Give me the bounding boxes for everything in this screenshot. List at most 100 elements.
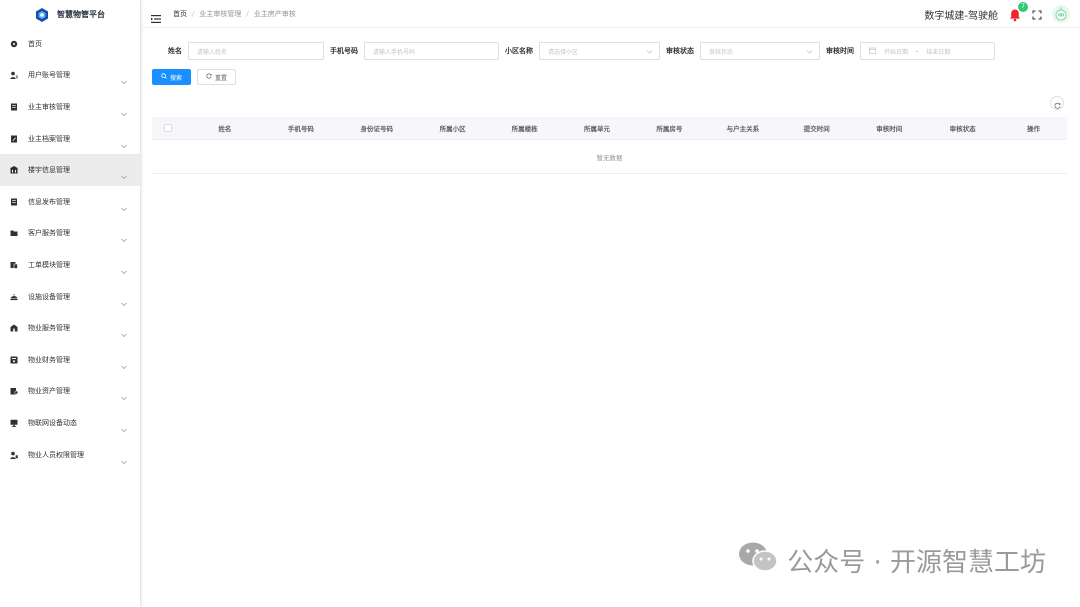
chevron-down-icon [120,387,128,401]
sidebar-item-6[interactable]: 信息发布管理 [0,186,140,218]
status-select-placeholder: 审核状态 [709,48,734,56]
chevron-down-icon [120,166,128,180]
chevron-down-icon [120,324,128,338]
table-header: 姓名 手机号码 身份证号码 所属小区 所属楼栋 所属单元 所属房号 与户主关系 提交时间 审核时间… [152,117,1067,140]
avatar[interactable] [1052,5,1070,23]
filter-community-label: 小区名称 [505,47,533,55]
org-name[interactable]: 数字城建-驾驶舱 [924,7,998,22]
user-permission-icon [10,451,18,459]
app-title: 智慧物管平台 [57,9,105,19]
community-select[interactable]: 请选择小区 [539,42,660,60]
breadcrumb-home[interactable]: 首页 [173,9,187,19]
chevron-down-icon [120,261,128,274]
chevron-down-icon [120,135,128,148]
table-header-cell: 审核时间 [876,125,903,133]
name-input-placeholder: 请输入姓名 [197,48,228,56]
breadcrumb: 首页 / 业主审核管理 / 业主房产审核 [173,9,296,19]
document-icon [10,198,18,206]
table-header-cell: 与户主关系 [726,125,760,133]
reset-button[interactable]: 重置 [197,69,237,85]
sidebar-item-10[interactable]: 物业服务管理 [0,312,140,344]
edit-document-icon [10,135,18,143]
table-header-cell: 操作 [1027,125,1041,133]
sidebar-item-label: 物业财务管理 [28,355,70,364]
sidebar-item-5[interactable]: 楼宇信息管理 [0,154,140,186]
sidebar: 智慧物管平台 首页 用户账号管理业主审核管理 业主档案管理 楼宇信息管理信息发布管理客… [0,0,141,607]
filter-name-label: 姓名 [168,47,182,55]
wechat-icon [737,540,779,581]
app-logo[interactable]: 智慧物管平台 [0,0,140,28]
sidebar-item-label: 物业人员权限管理 [28,450,84,459]
finance-icon [10,356,18,364]
sidebar-item-label: 业主档案管理 [28,134,70,143]
notification-bell-icon[interactable]: 7 [1008,2,1028,22]
breadcrumb-separator: / [246,9,249,18]
fullscreen-icon[interactable] [1032,5,1042,24]
logo-icon [35,7,49,22]
sidebar-item-14[interactable]: 物业人员权限管理 [0,439,140,471]
table-header-cell: 姓名 [218,125,232,133]
table-empty-state: 暂无数据 [152,140,1067,174]
calendar-icon [869,47,876,56]
sidebar-item-label: 物联网设备动态 [28,418,77,427]
refresh-icon [1054,94,1061,113]
dashboard-icon [10,40,18,48]
sidebar-item-13[interactable]: 物联网设备动态 [0,407,140,439]
select-all-checkbox[interactable] [164,124,173,132]
table-header-cell: 所属小区 [439,125,466,133]
menu-collapse-icon[interactable] [151,9,161,23]
main-content: 姓名 请输入姓名 手机号码 请输入手机号码 小区名称 请选择小区 审核状态 审核… [152,28,1067,607]
chevron-down-icon [120,419,128,432]
sidebar-item-4[interactable]: 业主档案管理 [0,123,140,155]
sidebar-item-12[interactable]: 物业资产管理 [0,376,140,408]
sidebar-item-8[interactable]: 工单模块管理 [0,249,140,281]
filter-status-label: 审核状态 [666,47,694,55]
search-button-label: 搜索 [170,74,183,82]
table-header-cell: 身份证号码 [360,125,394,133]
watermark-text: 公众号 · 开源智慧工坊 [787,548,1046,578]
sidebar-item-9[interactable]: 设施设备管理 [0,281,140,313]
sidebar-item-label: 设施设备管理 [28,292,70,301]
sidebar-item-1[interactable]: 首页 [0,28,140,60]
phone-input[interactable]: 请输入手机号码 [364,42,499,60]
table-header-cell: 所属房号 [656,125,683,133]
ticket-icon [10,261,18,269]
sidebar-item-2[interactable]: 用户账号管理 [0,60,140,92]
reset-button-label: 重置 [215,74,228,82]
status-select[interactable]: 审核状态 [700,42,820,60]
chevron-down-icon [646,48,653,55]
community-select-placeholder: 请选择小区 [548,48,579,56]
table-header-cell: 所属单元 [584,125,610,133]
chevron-down-icon [120,293,128,306]
user-icon [10,71,18,80]
sidebar-item-label: 工单模块管理 [28,260,70,269]
asset-icon [10,387,18,395]
chevron-down-icon [806,48,813,55]
date-range-picker[interactable]: 开始日期 - 结束日期 [860,42,995,60]
table-header-cell: 手机号码 [287,125,314,133]
select-all-cell [152,124,185,132]
sidebar-item-3[interactable]: 业主审核管理 [0,91,140,123]
refresh-table-button[interactable] [1050,96,1064,110]
sidebar-item-label: 楼宇信息管理 [28,166,70,175]
sidebar-item-label: 客户服务管理 [28,229,70,238]
sidebar-item-label: 业主审核管理 [28,102,70,111]
filter-actions: 搜索 重置 [152,69,1067,85]
end-date-input[interactable]: 结束日期 [926,47,950,56]
filter-phone-label: 手机号码 [330,47,358,55]
search-button[interactable]: 搜索 [152,69,192,85]
name-input[interactable]: 请输入姓名 [188,42,324,60]
facility-icon [10,293,18,301]
breadcrumb-section[interactable]: 业主审核管理 [199,9,241,19]
sidebar-item-11[interactable]: 物业财务管理 [0,344,140,376]
chevron-down-icon [120,229,128,243]
sidebar-item-label: 物业资产管理 [28,387,70,396]
sidebar-item-7[interactable]: 客户服务管理 [0,218,140,250]
document-icon [10,103,18,111]
header: 首页 / 业主审核管理 / 业主房产审核 数字城建-驾驶舱 7 [141,0,1080,28]
header-tools: 数字城建-驾驶舱 7 [924,0,1070,28]
refresh-icon [206,73,212,81]
filter-form: 姓名 请输入姓名 手机号码 请输入手机号码 小区名称 请选择小区 审核状态 审核… [152,38,1067,64]
start-date-input[interactable]: 开始日期 [884,47,908,56]
table-header-cell: 所属楼栋 [511,125,538,133]
